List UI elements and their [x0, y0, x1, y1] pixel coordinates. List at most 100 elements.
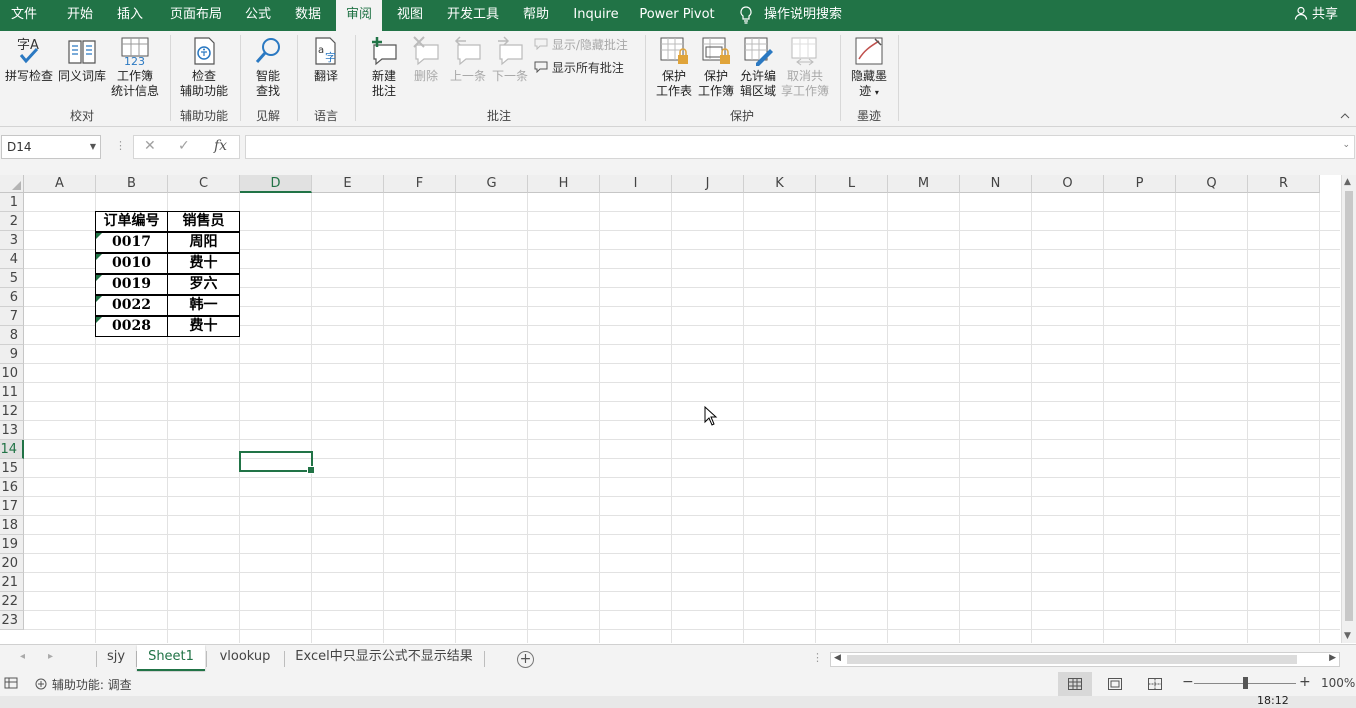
cell-order-number[interactable]: 0017 — [95, 232, 168, 253]
row-header-18[interactable]: 18 — [0, 516, 24, 535]
row-header-3[interactable]: 3 — [0, 231, 24, 250]
tab-split-handle[interactable]: ⋮ — [812, 651, 823, 664]
error-indicator-icon[interactable] — [96, 254, 102, 260]
cell-order-number[interactable]: 0022 — [95, 295, 168, 316]
horizontal-scrollbar[interactable]: ◀ ▶ — [830, 652, 1340, 667]
row-header-4[interactable]: 4 — [0, 250, 24, 269]
more-options-icon[interactable]: ⋮ — [115, 139, 126, 152]
name-box[interactable]: D14 ▼ — [1, 135, 101, 159]
share-button[interactable]: 共享 — [1294, 0, 1338, 31]
cell-salesperson[interactable]: 费十 — [167, 253, 240, 274]
error-indicator-icon[interactable] — [96, 296, 102, 302]
row-header-20[interactable]: 20 — [0, 554, 24, 573]
zoom-slider-thumb[interactable] — [1243, 677, 1248, 689]
spelling-button[interactable]: 字A 拼写检查 — [4, 35, 54, 84]
cancel-icon[interactable]: ✕ — [144, 138, 156, 154]
vertical-scroll-thumb[interactable] — [1345, 191, 1353, 621]
zoom-level[interactable]: 100% — [1321, 676, 1355, 690]
error-indicator-icon[interactable] — [96, 275, 102, 281]
tab-sjy[interactable]: sjy — [98, 645, 134, 671]
macro-record-icon[interactable] — [4, 676, 18, 693]
row-header-12[interactable]: 12 — [0, 402, 24, 421]
normal-view-button[interactable] — [1058, 672, 1092, 696]
column-header-l[interactable]: L — [816, 175, 888, 193]
row-header-16[interactable]: 16 — [0, 478, 24, 497]
row-header-17[interactable]: 17 — [0, 497, 24, 516]
vertical-scrollbar[interactable]: ▲ ▼ — [1341, 175, 1356, 643]
row-header-10[interactable]: 10 — [0, 364, 24, 383]
column-header-e[interactable]: E — [312, 175, 384, 193]
collapse-ribbon-icon[interactable] — [1340, 111, 1350, 122]
row-header-21[interactable]: 21 — [0, 573, 24, 592]
horizontal-scroll-thumb[interactable] — [847, 655, 1297, 664]
tab-excel-formula-display[interactable]: Excel中只显示公式不显示结果 — [286, 645, 482, 671]
select-all-button[interactable] — [0, 175, 24, 193]
show-hide-comment-button[interactable]: 显示/隐藏批注 — [534, 37, 628, 53]
row-header-5[interactable]: 5 — [0, 269, 24, 288]
enter-icon[interactable]: ✓ — [178, 138, 190, 154]
next-comment-button[interactable]: 下一条 — [490, 35, 530, 84]
menu-formulas[interactable]: 公式 — [236, 0, 280, 31]
column-header-j[interactable]: J — [672, 175, 744, 193]
cell-salesperson[interactable]: 韩一 — [167, 295, 240, 316]
delete-comment-button[interactable]: 删除 — [406, 35, 446, 84]
column-header-f[interactable]: F — [384, 175, 456, 193]
page-layout-view-icon[interactable] — [1108, 678, 1122, 693]
column-header-r[interactable]: R — [1248, 175, 1320, 193]
prev-sheet-icon[interactable]: ◂ — [20, 651, 25, 662]
cell-salesperson[interactable]: 费十 — [167, 316, 240, 337]
workbook-stats-button[interactable]: 123 工作簿 统计信息 — [110, 35, 160, 99]
column-header-a[interactable]: A — [24, 175, 96, 193]
formula-input[interactable]: ⌄ — [245, 135, 1355, 159]
scroll-right-icon[interactable]: ▶ — [1329, 653, 1336, 663]
add-sheet-icon[interactable]: + — [517, 651, 534, 668]
menu-view[interactable]: 视图 — [388, 0, 432, 31]
row-header-23[interactable]: 23 — [0, 611, 24, 630]
page-break-view-icon[interactable] — [1148, 678, 1162, 693]
menu-review[interactable]: 审阅 — [336, 0, 382, 31]
cell-salesperson[interactable]: 罗六 — [167, 274, 240, 295]
zoom-out-icon[interactable]: − — [1182, 674, 1194, 690]
cell-order-number[interactable]: 0019 — [95, 274, 168, 295]
column-header-m[interactable]: M — [888, 175, 960, 193]
cell-salesperson[interactable]: 周阳 — [167, 232, 240, 253]
row-header-11[interactable]: 11 — [0, 383, 24, 402]
protect-sheet-button[interactable]: 保护 工作表 — [654, 35, 694, 99]
column-header-k[interactable]: K — [744, 175, 816, 193]
menu-developer[interactable]: 开发工具 — [440, 0, 506, 31]
row-header-1[interactable]: 1 — [0, 193, 24, 212]
active-cell-d14[interactable] — [239, 451, 315, 474]
unshare-workbook-button[interactable]: 取消共 享工作簿 — [780, 35, 830, 99]
scroll-up-icon[interactable]: ▲ — [1344, 177, 1351, 187]
check-accessibility-button[interactable]: 检查 辅助功能 — [176, 35, 232, 99]
expand-formula-icon[interactable]: ⌄ — [1342, 140, 1350, 150]
row-header-22[interactable]: 22 — [0, 592, 24, 611]
column-header-q[interactable]: Q — [1176, 175, 1248, 193]
header-order-number[interactable]: 订单编号 — [95, 211, 168, 232]
smart-lookup-button[interactable]: 智能 查找 — [246, 35, 290, 99]
row-header-19[interactable]: 19 — [0, 535, 24, 554]
error-indicator-icon[interactable] — [96, 233, 102, 239]
row-header-6[interactable]: 6 — [0, 288, 24, 307]
row-header-7[interactable]: 7 — [0, 307, 24, 326]
tab-vlookup[interactable]: vlookup — [208, 645, 282, 671]
row-header-13[interactable]: 13 — [0, 421, 24, 440]
row-header-2[interactable]: 2 — [0, 212, 24, 231]
column-header-p[interactable]: P — [1104, 175, 1176, 193]
translate-button[interactable]: a字 翻译 — [304, 35, 348, 84]
scroll-down-icon[interactable]: ▼ — [1344, 631, 1351, 641]
column-header-b[interactable]: B — [96, 175, 168, 193]
scroll-left-icon[interactable]: ◀ — [834, 653, 841, 663]
column-header-o[interactable]: O — [1032, 175, 1104, 193]
next-sheet-icon[interactable]: ▸ — [48, 651, 53, 662]
row-header-14[interactable]: 14 — [0, 440, 24, 459]
menu-insert[interactable]: 插入 — [108, 0, 152, 31]
insert-function-icon[interactable]: fx — [214, 138, 227, 154]
new-comment-button[interactable]: 新建 批注 — [362, 35, 406, 99]
previous-comment-button[interactable]: 上一条 — [448, 35, 488, 84]
row-header-8[interactable]: 8 — [0, 326, 24, 345]
thesaurus-button[interactable]: 同义词库 — [56, 35, 108, 84]
cell-order-number[interactable]: 0028 — [95, 316, 168, 337]
column-header-n[interactable]: N — [960, 175, 1032, 193]
column-header-h[interactable]: H — [528, 175, 600, 193]
